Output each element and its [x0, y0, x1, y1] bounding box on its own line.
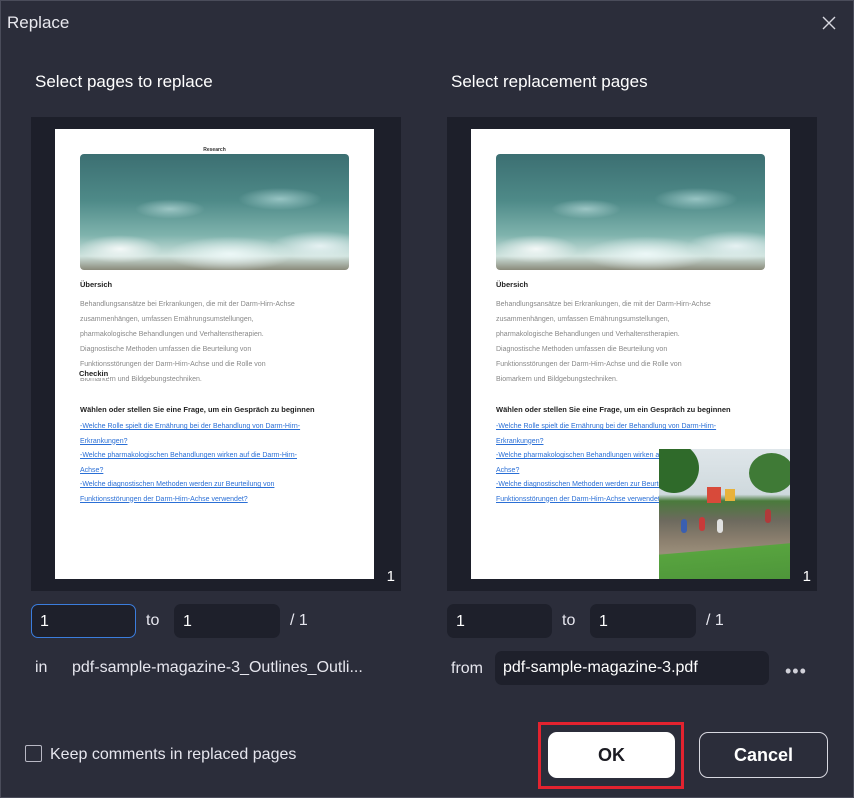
right-total-pages: / 1 [706, 612, 724, 629]
page-heading: Übersich [80, 280, 113, 289]
page-question: Wählen oder stellen Sie eine Frage, um e… [80, 405, 315, 414]
more-horizontal-icon[interactable]: ••• [785, 661, 807, 682]
keep-comments-checkbox[interactable] [25, 745, 42, 762]
page-question: Wählen oder stellen Sie eine Frage, um e… [496, 405, 731, 414]
close-icon[interactable] [819, 13, 839, 33]
right-to-page-input[interactable]: 1 [590, 604, 696, 638]
left-page-number: 1 [386, 568, 395, 585]
checkin-label: Checkin [79, 369, 109, 378]
right-page-preview[interactable]: Übersich Behandlungsansätze bei Erkranku… [447, 117, 817, 591]
left-to-label: to [146, 612, 160, 629]
select-pages-to-replace-heading: Select pages to replace [35, 72, 213, 91]
from-label: from [451, 660, 483, 677]
page-heading: Übersich [496, 280, 529, 289]
right-page-thumbnail[interactable]: Übersich Behandlungsansätze bei Erkranku… [471, 129, 790, 579]
left-page-thumbnail[interactable]: Research Übersich Behandlungsansätze bei… [55, 129, 374, 579]
ocean-wave-image [80, 154, 349, 270]
right-from-page-input[interactable]: 1 [447, 604, 552, 638]
right-to-label: to [562, 612, 576, 629]
ocean-wave-image [496, 154, 765, 270]
keep-comments-label[interactable]: Keep comments in replaced pages [50, 746, 296, 764]
page-links: -Welche Rolle spielt die Ernährung bei d… [80, 423, 301, 503]
left-page-preview[interactable]: Research Übersich Behandlungsansätze bei… [31, 117, 401, 591]
source-file-field[interactable]: pdf-sample-magazine-3.pdf [495, 651, 769, 685]
cancel-button[interactable]: Cancel [699, 732, 828, 778]
page-research-label: Research [203, 147, 226, 153]
replace-dialog: Replace Select pages to replace Research… [0, 0, 854, 798]
page-body-text: Behandlungsansätze bei Erkrankungen, die… [80, 301, 295, 383]
in-label: in [35, 659, 48, 676]
left-total-pages: / 1 [290, 612, 308, 629]
right-page-number: 1 [802, 568, 811, 585]
left-from-page-input[interactable]: 1 [31, 604, 136, 638]
select-replacement-pages-heading: Select replacement pages [451, 72, 648, 91]
target-file-name: pdf-sample-magazine-3_Outlines_Outli... [72, 659, 363, 676]
dialog-title: Replace [7, 13, 70, 32]
playground-photo [659, 449, 790, 579]
ok-button[interactable]: OK [548, 732, 675, 778]
page-body-text: Behandlungsansätze bei Erkrankungen, die… [496, 301, 711, 383]
left-to-page-input[interactable]: 1 [174, 604, 280, 638]
